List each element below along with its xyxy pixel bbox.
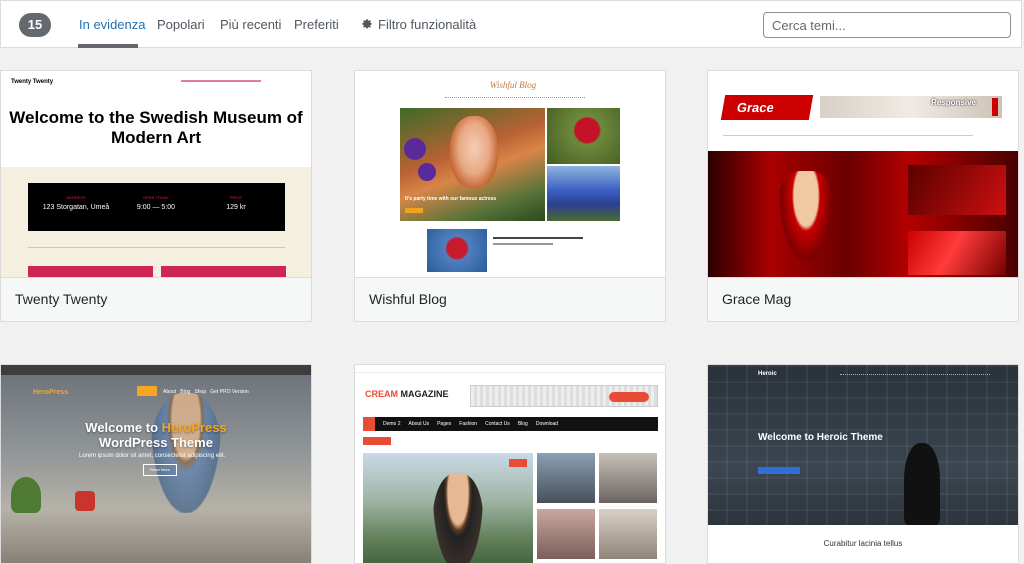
tab-popular[interactable]: Popolari bbox=[157, 17, 205, 32]
tab-latest[interactable]: Più recenti bbox=[220, 17, 281, 32]
theme-screenshot[interactable]: Wishful Blog It's party time with our fa… bbox=[355, 71, 665, 277]
theme-card-cream-magazine[interactable]: CREAM MAGAZINE Demo 2 About Us Pages Fashio… bbox=[354, 364, 666, 564]
preview-info-value: 129 kr bbox=[226, 204, 246, 211]
theme-card-heropress[interactable]: HeroPress About Blog Shop Get PRO Versio… bbox=[0, 364, 312, 564]
preview-nav-item: Shop bbox=[194, 389, 207, 395]
theme-filter-bar: 15 In evidenza Popolari Più recenti Pref… bbox=[0, 0, 1022, 48]
theme-card-heroic[interactable]: Heroic Welcome to Heroic Theme Curabitur… bbox=[707, 364, 1019, 564]
theme-card-twenty-twenty[interactable]: Twenty Twenty Welcome to the Swedish Mus… bbox=[0, 70, 312, 322]
preview-heading: Welcome to the Swedish Museum of Modern … bbox=[1, 93, 311, 167]
feature-filter-button[interactable]: Filtro funzionalità bbox=[361, 17, 476, 32]
theme-screenshot[interactable]: Twenty Twenty Welcome to the Swedish Mus… bbox=[1, 71, 311, 277]
preview-brand: HeroPress bbox=[33, 389, 69, 396]
preview-nav-item: Blog bbox=[180, 389, 191, 395]
theme-screenshot[interactable]: CREAM MAGAZINE Demo 2 About Us Pages Fashio… bbox=[355, 365, 665, 563]
active-tab-indicator bbox=[78, 44, 138, 48]
preview-caption: It's party time with our famous actress bbox=[405, 196, 497, 202]
preview-info-label: PRICE bbox=[229, 195, 243, 200]
theme-name: Twenty Twenty bbox=[1, 277, 311, 321]
home-icon bbox=[363, 417, 375, 431]
theme-name: Wishful Blog bbox=[355, 277, 665, 321]
theme-card-wishful-blog[interactable]: Wishful Blog It's party time with our fa… bbox=[354, 70, 666, 322]
preview-banner-text: Responsive bbox=[931, 98, 976, 107]
preview-logo: Wishful Blog bbox=[489, 80, 537, 90]
preview-info-label: ADDRESS bbox=[66, 195, 86, 200]
theme-name: Grace Mag bbox=[708, 277, 1018, 321]
theme-screenshot[interactable]: Grace Responsive bbox=[708, 71, 1018, 277]
feature-filter-label: Filtro funzionalità bbox=[378, 17, 477, 32]
preview-heading: Welcome to Heroic Theme bbox=[758, 432, 883, 443]
search-themes-input[interactable] bbox=[763, 12, 1011, 38]
theme-count-badge: 15 bbox=[19, 13, 51, 37]
tab-featured[interactable]: In evidenza bbox=[79, 17, 146, 32]
preview-subtitle: Lorem ipsum dolor sit amet, consectetur … bbox=[79, 453, 226, 459]
theme-screenshot[interactable]: Heroic Welcome to Heroic Theme Curabitur… bbox=[708, 365, 1018, 563]
gear-icon bbox=[362, 19, 372, 29]
preview-hero-image: It's party time with our famous actress bbox=[400, 108, 545, 221]
preview-hero-image bbox=[708, 151, 1018, 277]
preview-hero-image bbox=[363, 453, 533, 563]
preview-site-title: Twenty Twenty bbox=[11, 79, 54, 85]
preview-button: Read More bbox=[143, 464, 177, 476]
preview-info-value: 9:00 — 5:00 bbox=[136, 204, 176, 211]
theme-card-grace-mag[interactable]: Grace Responsive Grace Mag bbox=[707, 70, 1019, 322]
tab-favorites[interactable]: Preferiti bbox=[294, 17, 339, 32]
preview-logo: Grace bbox=[720, 95, 814, 120]
preview-logo: CREAM MAGAZINE bbox=[365, 389, 449, 399]
preview-info-value: 123 Storgatan, Umeå bbox=[42, 204, 110, 211]
preview-heading: Welcome to HeroPress WordPress Theme bbox=[85, 420, 227, 450]
preview-nav-item: Get PRO Version bbox=[210, 389, 249, 395]
theme-screenshot[interactable]: HeroPress About Blog Shop Get PRO Versio… bbox=[1, 365, 311, 563]
preview-nav-item: About bbox=[163, 389, 177, 395]
preview-info-label: OPEN TODAY bbox=[143, 195, 169, 200]
preview-brand: Heroic bbox=[758, 371, 777, 377]
